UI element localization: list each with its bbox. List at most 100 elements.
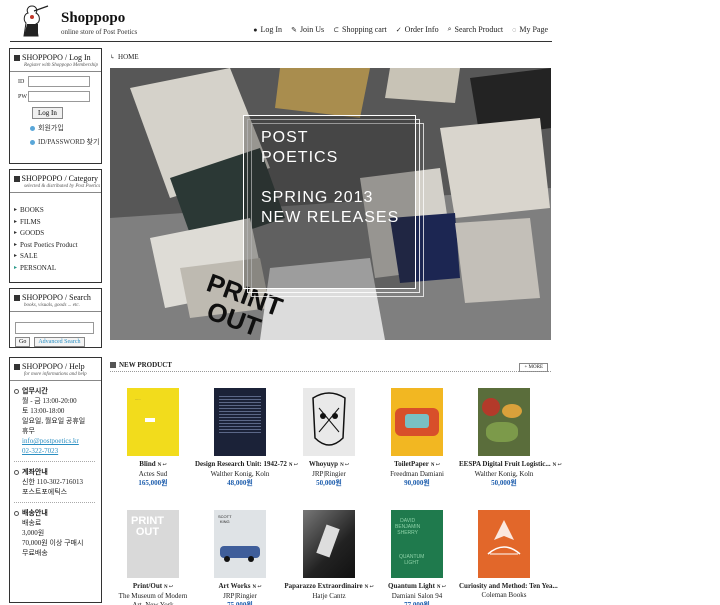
square-icon [14, 363, 20, 370]
product-publisher: Actes Sud [138, 470, 168, 478]
category-item[interactable]: ▸ SALE [14, 251, 101, 263]
square-icon [14, 54, 20, 61]
product-name[interactable]: Design Research Unit: 1942-72 N ↩ [195, 460, 298, 470]
product-cover-image[interactable] [303, 388, 355, 456]
square-icon [14, 175, 20, 182]
product-card[interactable]: Curiosity and Method: Ten Yea... Coleman … [459, 510, 558, 600]
product-price: 77,000원 [404, 601, 430, 605]
search-input[interactable] [15, 322, 94, 334]
product-card[interactable]: DAVID BENJAMIN SHERRY QUANTUM LIGHT Quantum L… [372, 510, 462, 605]
help-section: 계좌안내 신한 110-302-716013 포스트포에틱스 [14, 467, 101, 497]
product-card[interactable]: Paparazzo Extraordinaire N ↩ Hatje Cantz [284, 510, 374, 601]
help-line: 신한 110-302-716013 [22, 478, 84, 486]
product-name-label: Whoyuyp [308, 460, 339, 468]
login-panel-header: SHOPPOPO / Log In Register with Shoppopo… [10, 49, 101, 72]
help-line: 무료배송 [22, 549, 48, 557]
product-card[interactable]: ToiletPaper N ↩ Freedman Damiani 90,000원 [372, 388, 462, 488]
help-section-title: 배송안내 [22, 509, 48, 517]
login-button[interactable]: Log In [32, 107, 63, 119]
help-line: 일요일, 월요일 공휴일 [22, 417, 86, 425]
product-name[interactable]: Quantum Light N ↩ [372, 582, 462, 592]
product-cover-image[interactable] [478, 388, 530, 456]
product-cover-image[interactable]: ..... [127, 388, 179, 456]
product-card[interactable]: EESPA Digital Fruit Logistic... N ↩ Walthe… [459, 388, 562, 488]
help-subtitle: for more informations and help [24, 372, 87, 377]
product-cover-image[interactable] [303, 510, 355, 578]
product-name[interactable]: Whoyuyp N ↩ [284, 460, 374, 470]
product-card[interactable]: ..... Blind N ↩ Actes Sud 165,000원 [108, 388, 198, 488]
nav-label: Join Us [299, 25, 325, 34]
divider [14, 502, 95, 503]
arrow-icon: ▸ [14, 230, 18, 236]
divider [14, 461, 95, 462]
nav-label: Shopping cart [342, 25, 387, 34]
product-name[interactable]: Curiosity and Method: Ten Yea... [459, 582, 558, 591]
search-go-button[interactable]: Go [15, 337, 31, 347]
category-item[interactable]: ▸ GOODS [14, 228, 101, 240]
category-item-label: GOODS [20, 229, 45, 237]
help-section-head: 계좌안내 [14, 467, 101, 477]
product-name[interactable]: Paparazzo Extraordinaire N ↩ [284, 582, 374, 592]
search-title: SHOPPOPO / Search [22, 293, 91, 302]
product-cover-image[interactable]: DAVID BENJAMIN SHERRY QUANTUM LIGHT [391, 510, 443, 578]
signup-link[interactable]: 회원가입 [30, 123, 101, 133]
logo-icon[interactable] [14, 2, 54, 40]
product-name-label: EESPA Digital Fruit Logistic... [459, 460, 551, 468]
new-badge-icon: N ↩ [436, 585, 446, 590]
product-card[interactable]: Design Research Unit: 1942-72 N ↩ Walther … [195, 388, 298, 488]
category-item[interactable]: ▸ PERSONAL [14, 263, 101, 275]
help-phone: 02-322-7023 [22, 447, 59, 455]
category-item[interactable]: ▸ FILMS [14, 217, 101, 229]
product-cover-image[interactable] [478, 510, 530, 578]
breadcrumb-home[interactable]: HOME [118, 53, 139, 61]
product-cover-image[interactable] [391, 388, 443, 456]
product-name[interactable]: EESPA Digital Fruit Logistic... N ↩ [459, 460, 562, 470]
nav-search-product[interactable]: ⌕ Search Product [448, 25, 504, 34]
hero-line-4: NEW RELEASES [261, 209, 400, 226]
cart-icon: ⊂ [333, 25, 340, 34]
product-card[interactable]: PRINT OUT Print/Out N ↩ The Museum of Modern… [108, 510, 198, 605]
arrow-icon: ▸ [14, 241, 18, 248]
hero-banner[interactable]: PRINT OUT POST POETICS SPRING 2013 NEW R… [110, 68, 551, 340]
product-price: 75,000원 [227, 601, 253, 605]
nav-order-info[interactable]: ✓ Order Info [396, 25, 439, 34]
nav-my-page[interactable]: ◌ My Page [512, 25, 548, 34]
search-panel: SHOPPOPO / Search books, visuals, goods … [9, 288, 102, 348]
product-name[interactable]: Print/Out N ↩ [108, 582, 198, 592]
product-name[interactable]: Art Works N ↩ [195, 582, 285, 592]
product-name-label: Paparazzo Extraordinaire [284, 582, 363, 590]
arrow-icon: ▸ [14, 253, 18, 259]
product-publisher-line-2: Art, New York [132, 601, 174, 605]
product-cover-image[interactable]: SCOTT KING [214, 510, 266, 578]
product-name[interactable]: Blind N ↩ [108, 460, 198, 470]
help-email-link[interactable]: info@postpoetics.kr [22, 436, 101, 446]
arrow-icon: ▸ [14, 218, 18, 225]
product-name[interactable]: ToiletPaper N ↩ [372, 460, 462, 470]
arrow-icon: ↳ [110, 54, 116, 61]
product-card[interactable]: SCOTT KING Art Works N ↩ JRP|Ringier 75,000원 [195, 510, 285, 605]
product-card[interactable]: Whoyuyp N ↩ JRP|Ringier 50,000원 [284, 388, 374, 488]
id-field[interactable] [28, 76, 90, 87]
search-subtitle: books, visuals, goods ... etc. [24, 303, 80, 308]
brand-name[interactable]: Shoppopo [61, 10, 125, 27]
nav-join-us[interactable]: ✎ Join Us [291, 25, 324, 34]
login-subtitle: Register with Shoppopo Membership [24, 63, 99, 68]
find-password-link[interactable]: ID/PASSWORD 찾기 [30, 137, 101, 147]
category-subtitle: selected & distributed by Post Poetics [24, 184, 101, 189]
category-item-label: BOOKS [20, 206, 44, 214]
category-item[interactable]: ▸ BOOKS [14, 205, 101, 217]
nav-log-in[interactable]: ● Log In [253, 25, 282, 34]
search-panel-header: SHOPPOPO / Search books, visuals, goods … [10, 289, 101, 312]
advanced-search-button[interactable]: Advanced Search [34, 337, 85, 347]
category-panel-header: SHOPPOPO / Category selected & distribut… [10, 170, 101, 193]
bullet-icon [30, 139, 35, 145]
pw-label: PW [18, 93, 27, 100]
nav-shopping-cart[interactable]: ⊂ Shopping cart [333, 25, 387, 34]
product-cover-image[interactable] [214, 388, 266, 456]
category-item[interactable]: ▸ Post Poetics Product [14, 240, 101, 252]
circle-icon [14, 388, 19, 394]
product-name-label: Curiosity and Method: Ten Yea... [459, 582, 558, 590]
password-field[interactable] [28, 91, 90, 102]
product-publisher: Damiani Salon 94 [391, 592, 443, 600]
product-cover-image[interactable]: PRINT OUT [127, 510, 179, 578]
